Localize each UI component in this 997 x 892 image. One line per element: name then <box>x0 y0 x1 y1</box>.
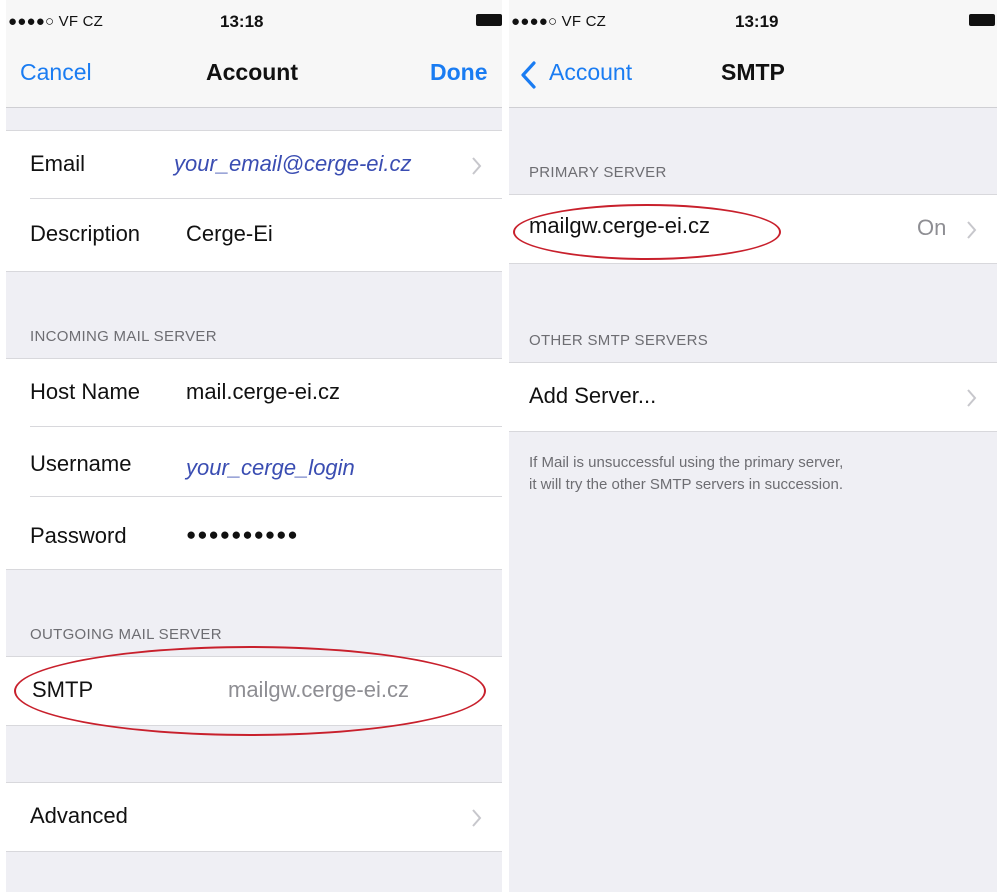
outgoing-group: SMTP mailgw.cerge-ei.cz <box>6 656 502 726</box>
nav-title: SMTP <box>721 59 785 85</box>
primary-group: mailgw.cerge-ei.cz On <box>509 194 997 264</box>
password-row[interactable]: Password ●●●●●●●●●● <box>6 499 502 567</box>
back-chevron-icon[interactable] <box>519 61 537 89</box>
carrier-label: ●●●●○ VF CZ <box>511 13 606 30</box>
primary-server-label: mailgw.cerge-ei.cz <box>529 213 710 238</box>
add-server-row[interactable]: Add Server... <box>509 363 997 431</box>
email-row[interactable]: Email your_email@cerge-ei.cz <box>6 131 502 199</box>
status-bar: ●●●●○ VF CZ 13:18 <box>6 0 502 46</box>
chevron-right-icon <box>967 221 977 239</box>
smtp-value: mailgw.cerge-ei.cz <box>228 677 409 702</box>
cancel-button[interactable]: Cancel <box>20 59 92 86</box>
username-value[interactable]: your_cerge_login <box>186 455 355 481</box>
password-value[interactable]: ●●●●●●●●●● <box>186 525 299 545</box>
clock: 13:19 <box>735 12 779 31</box>
nav-bar: Cancel Account Done <box>6 46 502 108</box>
email-value[interactable]: your_email@cerge-ei.cz <box>174 151 412 177</box>
host-name-label: Host Name <box>30 379 141 404</box>
incoming-section-header: INCOMING MAIL SERVER <box>30 328 217 345</box>
battery-icon <box>969 14 995 26</box>
username-row[interactable]: Username your_cerge_login <box>6 429 502 497</box>
account-screen: ●●●●○ VF CZ 13:18 Cancel Account Done Em… <box>6 0 502 892</box>
account-group: Email your_email@cerge-ei.cz Description… <box>6 130 502 272</box>
smtp-screen: ●●●●○ VF CZ 13:19 Account SMTP PRIMARY S… <box>509 0 997 892</box>
host-name-row[interactable]: Host Name mail.cerge-ei.cz <box>6 359 502 427</box>
primary-server-state: On <box>917 215 947 240</box>
description-value[interactable]: Cerge-Ei <box>186 221 273 247</box>
primary-section-header: PRIMARY SERVER <box>529 164 667 181</box>
status-bar: ●●●●○ VF CZ 13:19 <box>509 0 997 46</box>
nav-title: Account <box>206 59 298 85</box>
carrier-label: ●●●●○ VF CZ <box>8 13 103 30</box>
done-button[interactable]: Done <box>430 59 488 86</box>
primary-server-row[interactable]: mailgw.cerge-ei.cz On <box>509 195 997 263</box>
username-label: Username <box>30 451 132 476</box>
clock: 13:18 <box>220 12 264 31</box>
smtp-label: SMTP <box>32 677 94 702</box>
incoming-group: Host Name mail.cerge-ei.cz Username your… <box>6 358 502 570</box>
chevron-right-icon <box>967 389 977 407</box>
footnote-line: If Mail is unsuccessful using the primar… <box>529 454 844 471</box>
nav-bar: Account SMTP <box>509 46 997 108</box>
host-name-value[interactable]: mail.cerge-ei.cz <box>186 379 340 405</box>
advanced-group: Advanced <box>6 782 502 852</box>
description-row[interactable]: Description Cerge-Ei <box>6 201 502 269</box>
battery-icon <box>476 14 502 26</box>
back-button[interactable]: Account <box>549 59 632 86</box>
smtp-row[interactable]: SMTP mailgw.cerge-ei.cz <box>6 657 502 725</box>
outgoing-section-header: OUTGOING MAIL SERVER <box>30 626 222 643</box>
email-label: Email <box>30 151 86 176</box>
add-server-label: Add Server... <box>529 383 657 408</box>
description-label: Description <box>30 221 141 246</box>
footnote: If Mail is unsuccessful using the primar… <box>529 452 843 496</box>
other-group: Add Server... <box>509 362 997 432</box>
chevron-right-icon <box>472 809 482 827</box>
other-section-header: OTHER SMTP SERVERS <box>529 332 709 349</box>
advanced-row[interactable]: Advanced <box>6 783 502 851</box>
password-label: Password <box>30 523 127 548</box>
advanced-label: Advanced <box>30 803 128 828</box>
footnote-line: it will try the other SMTP servers in su… <box>529 476 843 493</box>
chevron-right-icon <box>472 157 482 175</box>
